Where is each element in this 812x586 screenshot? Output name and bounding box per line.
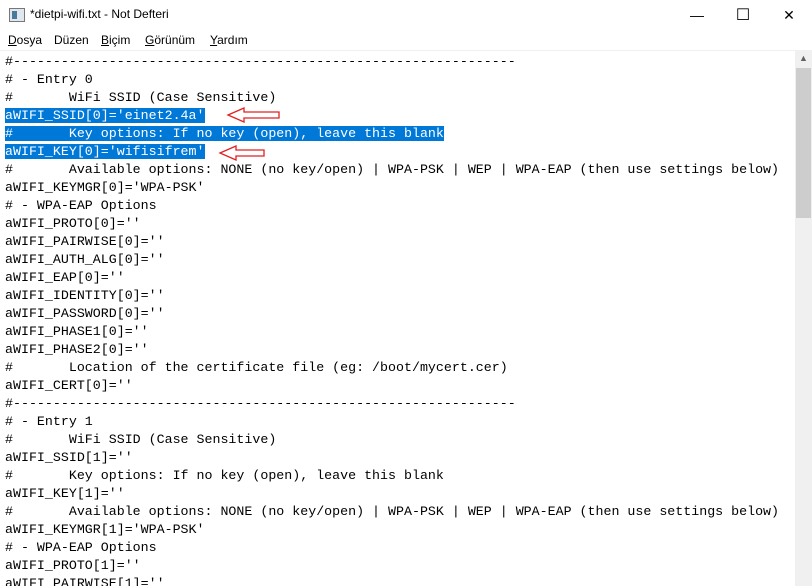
selected-text: aWIFI_SSID[0]='einet2.4a' [5, 108, 205, 123]
menu-label: içim [109, 33, 131, 47]
text-line: # - WPA-EAP Options [5, 197, 779, 215]
text-line: aWIFI_KEYMGR[1]='WPA-PSK' [5, 521, 779, 539]
menu-dosya[interactable]: Dosya [8, 33, 42, 47]
text-line: aWIFI_SSID[1]='' [5, 449, 779, 467]
menu-yardim[interactable]: Yardım [210, 33, 248, 47]
text-line: aWIFI_AUTH_ALG[0]='' [5, 251, 779, 269]
line-text: aWIFI_EAP[0]='' [5, 270, 125, 285]
text-line: aWIFI_EAP[0]='' [5, 269, 779, 287]
text-content[interactable]: #---------------------------------------… [5, 53, 779, 586]
title-bar: *dietpi-wifi.txt - Not Defteri — ☐ ✕ [0, 0, 812, 30]
vertical-scrollbar[interactable]: ▲ [795, 50, 812, 586]
line-text: aWIFI_PAIRWISE[1]='' [5, 576, 165, 586]
line-text: aWIFI_IDENTITY[0]='' [5, 288, 165, 303]
line-text: aWIFI_KEYMGR[1]='WPA-PSK' [5, 522, 205, 537]
line-text: aWIFI_PHASE2[0]='' [5, 342, 149, 357]
line-text: aWIFI_KEY[1]='' [5, 486, 125, 501]
text-line: aWIFI_SSID[0]='einet2.4a' [5, 107, 779, 125]
menu-label: osya [16, 33, 43, 47]
menu-duzen[interactable]: Düzen [54, 33, 89, 47]
line-text: #---------------------------------------… [5, 54, 516, 69]
text-line: aWIFI_PHASE2[0]='' [5, 341, 779, 359]
selected-text: # Key options: If no key (open), leave t… [5, 126, 444, 141]
menu-mnemonic: B [101, 33, 110, 47]
line-text: aWIFI_AUTH_ALG[0]='' [5, 252, 165, 267]
line-text: aWIFI_PASSWORD[0]='' [5, 306, 165, 321]
window-title: *dietpi-wifi.txt - Not Defteri [30, 7, 169, 21]
menu-label: örünüm [154, 33, 196, 47]
red-arrow-icon [218, 145, 265, 161]
text-line: aWIFI_PASSWORD[0]='' [5, 305, 779, 323]
menu-mnemonic: G [145, 33, 155, 47]
text-line: aWIFI_PROTO[0]='' [5, 215, 779, 233]
line-text: aWIFI_PROTO[1]='' [5, 558, 141, 573]
text-line: # Location of the certificate file (eg: … [5, 359, 779, 377]
text-line: aWIFI_KEYMGR[0]='WPA-PSK' [5, 179, 779, 197]
line-text: aWIFI_SSID[1]='' [5, 450, 133, 465]
text-line: aWIFI_PAIRWISE[0]='' [5, 233, 779, 251]
text-line: # Available options: NONE (no key/open) … [5, 161, 779, 179]
text-line: # Key options: If no key (open), leave t… [5, 125, 779, 143]
menu-bicim[interactable]: Biçim [101, 33, 130, 47]
scrollbar-thumb[interactable] [796, 68, 811, 218]
text-line: #---------------------------------------… [5, 395, 779, 413]
text-line: # WiFi SSID (Case Sensitive) [5, 431, 779, 449]
notepad-icon [9, 8, 25, 22]
menu-mnemonic: D [8, 33, 17, 47]
text-line: aWIFI_IDENTITY[0]='' [5, 287, 779, 305]
line-text: # Available options: NONE (no key/open) … [5, 162, 780, 177]
line-text: # WiFi SSID (Case Sensitive) [5, 90, 277, 105]
line-text: # Available options: NONE (no key/open) … [5, 504, 780, 519]
text-editor[interactable]: #---------------------------------------… [0, 50, 795, 586]
red-arrow-icon [226, 107, 280, 123]
line-text: aWIFI_KEYMGR[0]='WPA-PSK' [5, 180, 205, 195]
text-line: # - Entry 1 [5, 413, 779, 431]
line-text: # - WPA-EAP Options [5, 540, 157, 555]
text-line: aWIFI_KEY[0]='wifisifrem' [5, 143, 779, 161]
line-text: # Key options: If no key (open), leave t… [5, 468, 444, 483]
scroll-up-arrow-icon[interactable]: ▲ [795, 50, 812, 67]
menu-gorunum[interactable]: Görünüm [145, 33, 195, 47]
text-line: # Available options: NONE (no key/open) … [5, 503, 779, 521]
line-text: #---------------------------------------… [5, 396, 516, 411]
text-line: aWIFI_PAIRWISE[1]='' [5, 575, 779, 586]
maximize-button[interactable]: ☐ [720, 0, 766, 30]
text-line: # - Entry 0 [5, 71, 779, 89]
text-line: aWIFI_CERT[0]='' [5, 377, 779, 395]
text-line: # WiFi SSID (Case Sensitive) [5, 89, 779, 107]
selected-text: aWIFI_KEY[0]='wifisifrem' [5, 144, 205, 159]
menu-label: ardım [217, 33, 248, 47]
line-text: # Location of the certificate file (eg: … [5, 360, 508, 375]
close-button[interactable]: ✕ [766, 0, 812, 30]
text-line: #---------------------------------------… [5, 53, 779, 71]
text-line: # Key options: If no key (open), leave t… [5, 467, 779, 485]
menu-bar: Dosya Düzen Biçim Görünüm Yardım [0, 30, 812, 50]
menu-label: Düzen [54, 33, 89, 47]
text-line: aWIFI_PROTO[1]='' [5, 557, 779, 575]
line-text: # - WPA-EAP Options [5, 198, 157, 213]
text-line: aWIFI_PHASE1[0]='' [5, 323, 779, 341]
line-text: aWIFI_CERT[0]='' [5, 378, 133, 393]
text-line: aWIFI_KEY[1]='' [5, 485, 779, 503]
text-line: # - WPA-EAP Options [5, 539, 779, 557]
line-text: aWIFI_PAIRWISE[0]='' [5, 234, 165, 249]
line-text: aWIFI_PROTO[0]='' [5, 216, 141, 231]
line-text: # WiFi SSID (Case Sensitive) [5, 432, 277, 447]
line-text: # - Entry 1 [5, 414, 93, 429]
minimize-button[interactable]: — [674, 0, 720, 30]
line-text: aWIFI_PHASE1[0]='' [5, 324, 149, 339]
line-text: # - Entry 0 [5, 72, 93, 87]
